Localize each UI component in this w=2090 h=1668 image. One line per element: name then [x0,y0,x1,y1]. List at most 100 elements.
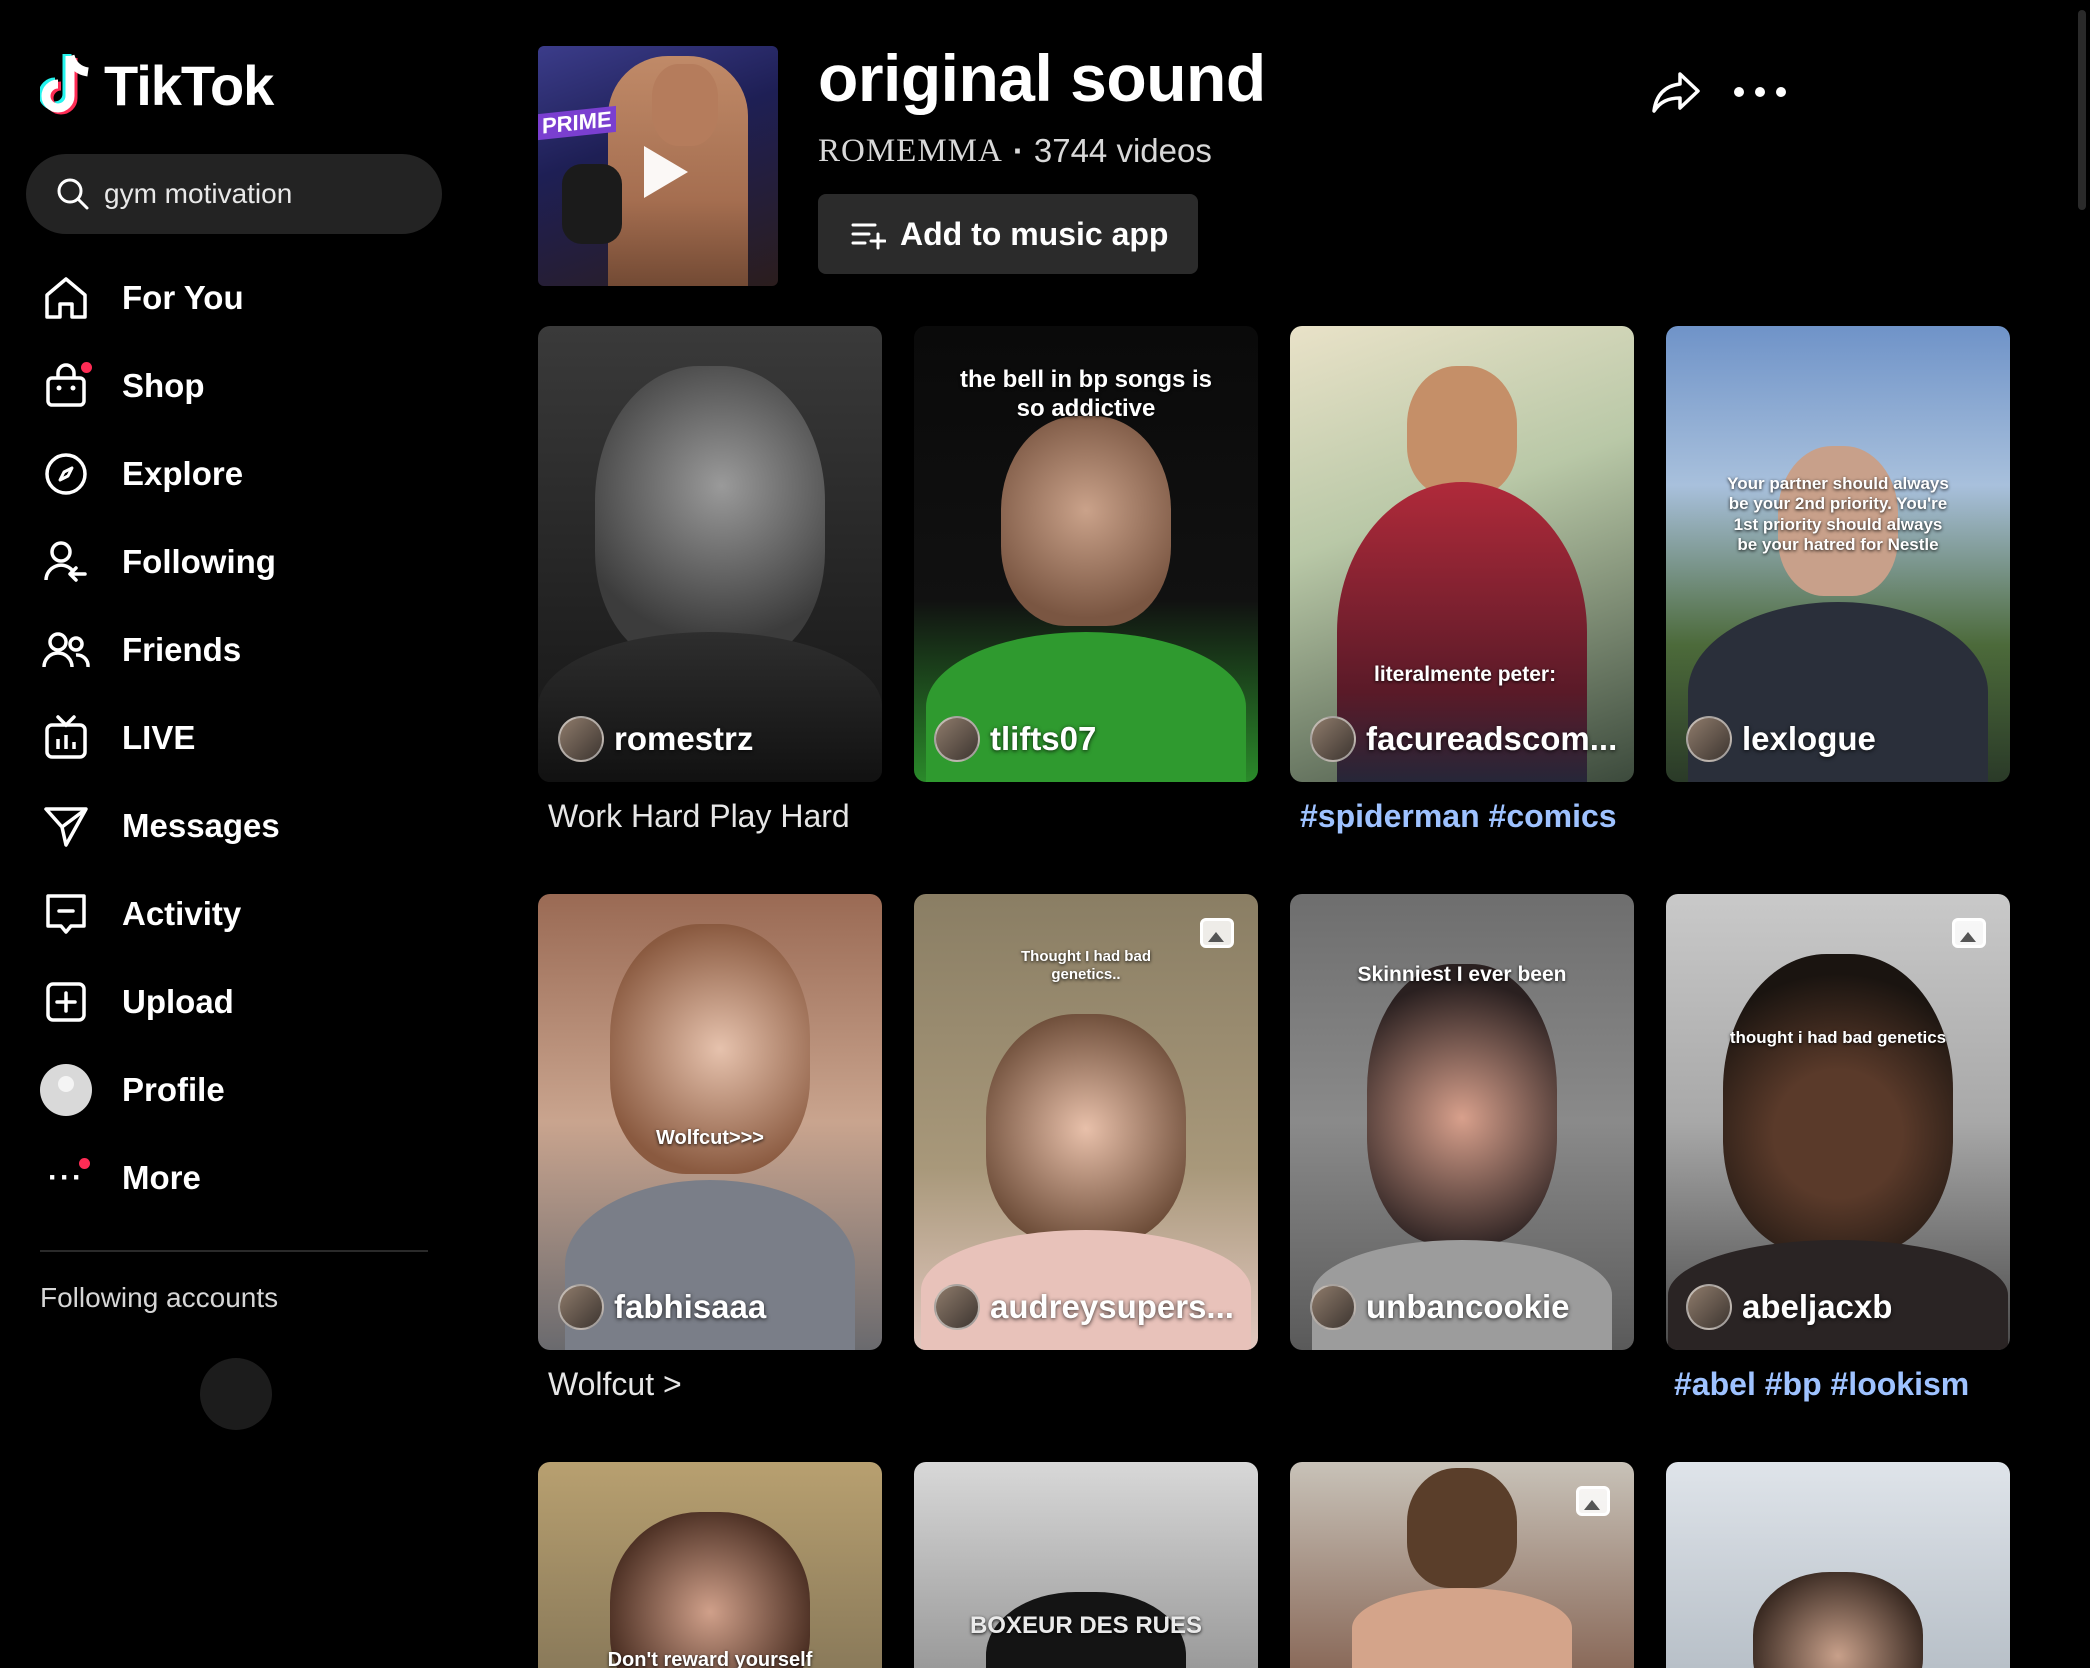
tiktok-logo[interactable]: TikTok [40,48,274,122]
video-card[interactable]: Skinniest I ever been unbancookie [1290,894,1634,1350]
nav-item-more[interactable]: ··· More [40,1134,440,1222]
play-icon[interactable] [644,146,688,198]
scrollbar-thumb[interactable] [2078,10,2086,210]
video-count: 3744 videos [1033,132,1212,169]
avatar [558,1284,604,1330]
sound-title: original sound [818,41,1266,115]
video-card[interactable]: Don't reward yourself [538,1462,882,1668]
following-icon [40,536,92,588]
video-username: abeljacxb [1742,1288,1893,1325]
sidebar: TikTok gym motivation For You Shop Explo… [0,0,460,1668]
add-to-music-app-button[interactable]: Add to music app [818,194,1198,274]
nav-label: Friends [122,631,242,668]
nav-label: LIVE [122,719,196,756]
avatar [1686,1284,1732,1330]
video-username: audreysupers... [990,1288,1234,1325]
avatar [934,1284,980,1330]
sidebar-divider [40,1250,428,1252]
nav-label: Profile [122,1071,225,1108]
nav-label: Messages [122,807,280,844]
sound-subtitle: ROMEMMA · 3744 videos [818,132,1212,170]
video-username: lexlogue [1742,720,1876,757]
video-card[interactable]: Wolfcut>>> fabhisaaa [538,894,882,1350]
nav-label: Upload [122,983,234,1020]
friends-icon [40,624,92,676]
shop-bag-icon [40,360,92,412]
video-card[interactable]: romestrz [538,326,882,782]
video-card[interactable]: Thought I had bad genetics.. audreysuper… [914,894,1258,1350]
video-overlay-text: Skinniest I ever been [1357,963,1567,986]
nav-item-upload[interactable]: Upload [40,958,440,1046]
nav-label: For You [122,279,244,316]
nav-label: Shop [122,367,205,404]
nav-label: Following [122,543,276,580]
scrollbar-track[interactable] [2074,0,2090,1668]
nav-item-for-you[interactable]: For You [40,254,440,342]
sound-cover[interactable]: PRIME [538,46,778,286]
more-dots-icon: ··· [40,1152,92,1204]
notification-dot [79,1158,90,1169]
photo-icon [1200,918,1234,948]
video-card[interactable]: the bell in bp songs is so addictive tli… [914,326,1258,782]
playlist-add-icon [851,223,886,250]
nav-item-explore[interactable]: Explore [40,430,440,518]
nav-label: More [122,1159,201,1196]
video-card[interactable]: thought i had bad genetics abeljacxb [1666,894,2010,1350]
video-overlay-text: thought i had bad genetics [1729,1028,1947,1047]
video-overlay-text: Wolfcut>>> [656,1127,764,1149]
sound-author[interactable]: ROMEMMA [818,133,1003,170]
logo-text: TikTok [104,53,274,117]
nav-item-activity[interactable]: Activity [40,870,440,958]
video-username: facureadscom... [1366,720,1618,757]
main-nav: For You Shop Explore Following Friends L… [40,254,440,1222]
video-username: fabhisaaa [614,1288,767,1325]
video-overlay-text: literalmente peter: [1374,663,1557,686]
video-username: unbancookie [1366,1288,1570,1325]
nav-item-friends[interactable]: Friends [40,606,440,694]
nav-item-following[interactable]: Following [40,518,440,606]
video-caption[interactable]: Work Hard Play Hard [548,798,850,835]
tiktok-logo-icon [40,54,89,115]
separator: · [1012,132,1024,169]
video-overlay-text: BOXEUR DES RUES [969,1612,1203,1639]
video-card[interactable]: BOXEUR DES RUES [914,1462,1258,1668]
nav-item-messages[interactable]: Messages [40,782,440,870]
video-card[interactable] [1666,1462,2010,1668]
nav-label: Explore [122,455,244,492]
share-icon[interactable] [1648,64,1704,120]
home-icon [40,272,92,324]
video-username: tlifts07 [990,720,1097,757]
nav-item-profile[interactable]: Profile [40,1046,440,1134]
video-caption[interactable]: #abel #bp #lookism [1674,1366,1969,1403]
photo-icon [1952,918,1986,948]
video-username: romestrz [614,720,754,757]
video-overlay-text: Don't reward yourself [607,1649,813,1668]
video-overlay-text: the bell in bp songs is so addictive [959,366,1213,422]
video-overlay-text: Your partner should always be your 2nd p… [1727,474,1949,555]
avatar [558,716,604,762]
more-options-icon[interactable] [1734,70,1786,114]
video-card[interactable] [1290,1462,1634,1668]
nav-item-shop[interactable]: Shop [40,342,440,430]
plus-square-icon [40,976,92,1028]
add-button-label: Add to music app [900,215,1169,252]
profile-avatar [40,1064,92,1116]
video-caption[interactable]: Wolfcut > [548,1366,682,1403]
search-input[interactable]: gym motivation [26,154,442,234]
live-tv-icon [40,712,92,764]
video-card[interactable]: literalmente peter: facureadscom... [1290,326,1634,782]
cover-text: PRIME [538,105,616,141]
nav-item-live[interactable]: LIVE [40,694,440,782]
avatar [1310,716,1356,762]
activity-icon [40,888,92,940]
avatar [1310,1284,1356,1330]
video-overlay-text: Thought I had bad genetics.. [1021,948,1151,983]
search-icon [57,178,89,210]
video-card[interactable]: Your partner should always be your 2nd p… [1666,326,2010,782]
send-icon [40,800,92,852]
notification-dot [81,362,92,373]
nav-label: Activity [122,895,242,932]
video-caption[interactable]: #spiderman #comics [1300,798,1617,835]
avatar [1686,716,1732,762]
search-value: gym motivation [104,178,293,209]
